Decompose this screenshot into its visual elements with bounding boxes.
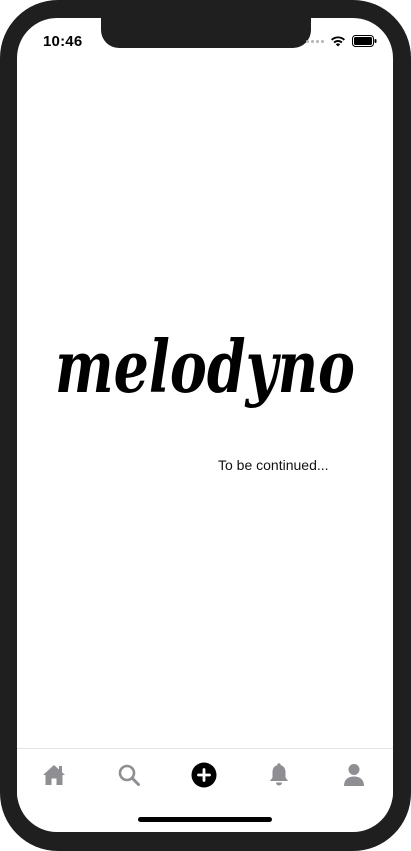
status-time: 10:46 xyxy=(43,33,83,50)
status-bar: 10:46 xyxy=(17,18,393,62)
bell-icon xyxy=(270,763,288,786)
tab-add[interactable] xyxy=(184,757,224,793)
home-indicator[interactable] xyxy=(138,817,272,822)
logo-text: melodyno xyxy=(55,324,355,409)
wifi-icon xyxy=(331,36,345,47)
device-frame: 10:46 melodyno To be continued... xyxy=(0,0,411,851)
tab-notifications[interactable] xyxy=(259,757,299,793)
subtitle-text: To be continued... xyxy=(218,457,329,473)
profile-icon xyxy=(344,764,364,786)
home-icon xyxy=(43,765,65,785)
app-screen: 10:46 melodyno To be continued... xyxy=(17,18,393,832)
tab-home[interactable] xyxy=(34,757,74,793)
status-icons xyxy=(306,35,377,47)
search-icon xyxy=(118,764,140,786)
bottom-tab-bar xyxy=(17,748,393,799)
app-logo: melodyno xyxy=(55,324,355,409)
add-icon xyxy=(191,762,217,788)
tab-profile[interactable] xyxy=(334,757,374,793)
battery-icon xyxy=(352,35,377,47)
tab-search[interactable] xyxy=(109,757,149,793)
signal-icon xyxy=(306,39,324,43)
